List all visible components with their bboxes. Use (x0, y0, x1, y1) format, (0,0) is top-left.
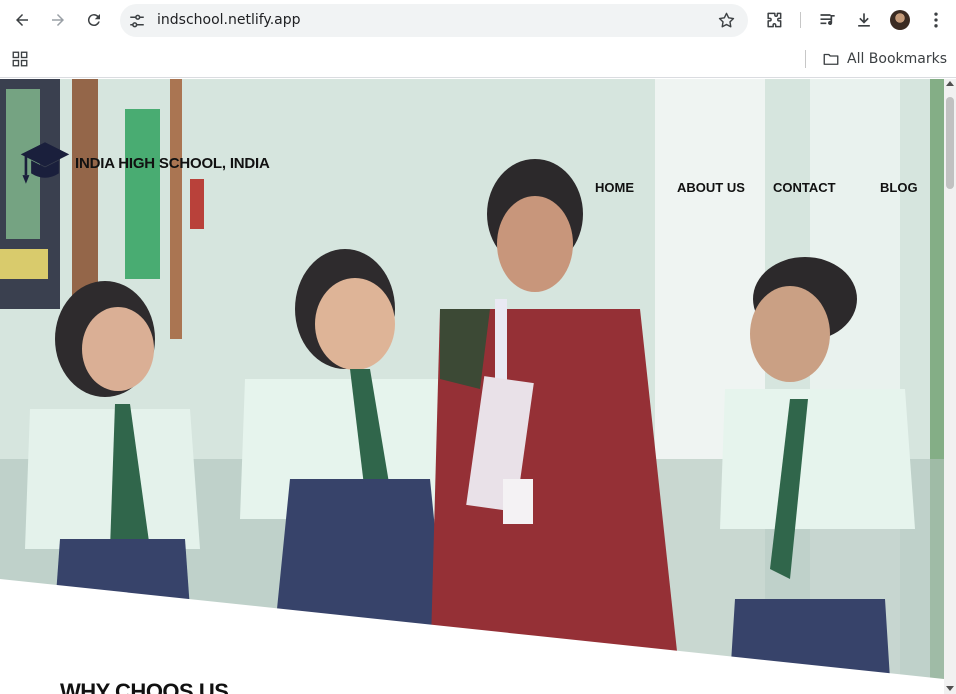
all-bookmarks-label[interactable]: All Bookmarks (847, 51, 947, 67)
downloads-button[interactable] (853, 9, 875, 31)
back-button[interactable] (10, 8, 34, 32)
nav-home[interactable]: HOME (595, 180, 634, 195)
browser-toolbar: indschool.netlify.app (0, 0, 956, 40)
more-vert-icon (934, 12, 938, 28)
graduation-cap-icon (20, 142, 70, 184)
brand-name[interactable]: INDIA HIGH SCHOOL, INDIA (75, 155, 270, 172)
scroll-down-arrow-icon[interactable] (946, 686, 954, 691)
section-heading: WHY CHOOS US (60, 679, 229, 694)
scroll-thumb[interactable] (946, 97, 954, 189)
url-text[interactable]: indschool.netlify.app (157, 12, 301, 28)
queue-music-icon (820, 14, 835, 26)
site-settings-icon[interactable] (128, 12, 146, 30)
arrow-right-icon (52, 14, 64, 26)
puzzle-icon (767, 12, 782, 28)
download-icon (858, 13, 870, 27)
nav-about-us[interactable]: ABOUT US (677, 180, 745, 195)
nav-contact[interactable]: CONTACT (773, 180, 836, 195)
reload-button[interactable] (82, 8, 106, 32)
folder-icon (823, 53, 839, 65)
all-bookmarks-button[interactable]: All Bookmarks (822, 49, 947, 69)
reload-icon (87, 14, 100, 27)
nav-blog[interactable]: BLOG (880, 180, 918, 195)
address-bar[interactable]: indschool.netlify.app (120, 4, 748, 37)
bookmarks-bar: All Bookmarks (0, 40, 956, 78)
profile-avatar[interactable] (890, 10, 910, 30)
extensions-button[interactable] (763, 9, 785, 31)
forward-button[interactable] (46, 8, 70, 32)
apps-grid-icon[interactable] (11, 50, 29, 68)
page-viewport: INDIA HIGH SCHOOL, INDIA HOME ABOUT US C… (0, 79, 944, 694)
page-scrollbar[interactable] (944, 79, 956, 694)
browser-menu-button[interactable] (925, 9, 947, 31)
media-controls-button[interactable] (817, 9, 839, 31)
site-brand[interactable]: INDIA HIGH SCHOOL, INDIA (19, 137, 270, 189)
toolbar-divider (800, 12, 801, 28)
bookmark-star-icon[interactable] (717, 11, 736, 30)
arrow-left-icon (16, 14, 28, 26)
scroll-up-arrow-icon[interactable] (946, 81, 954, 86)
bookmarks-divider (805, 50, 806, 68)
